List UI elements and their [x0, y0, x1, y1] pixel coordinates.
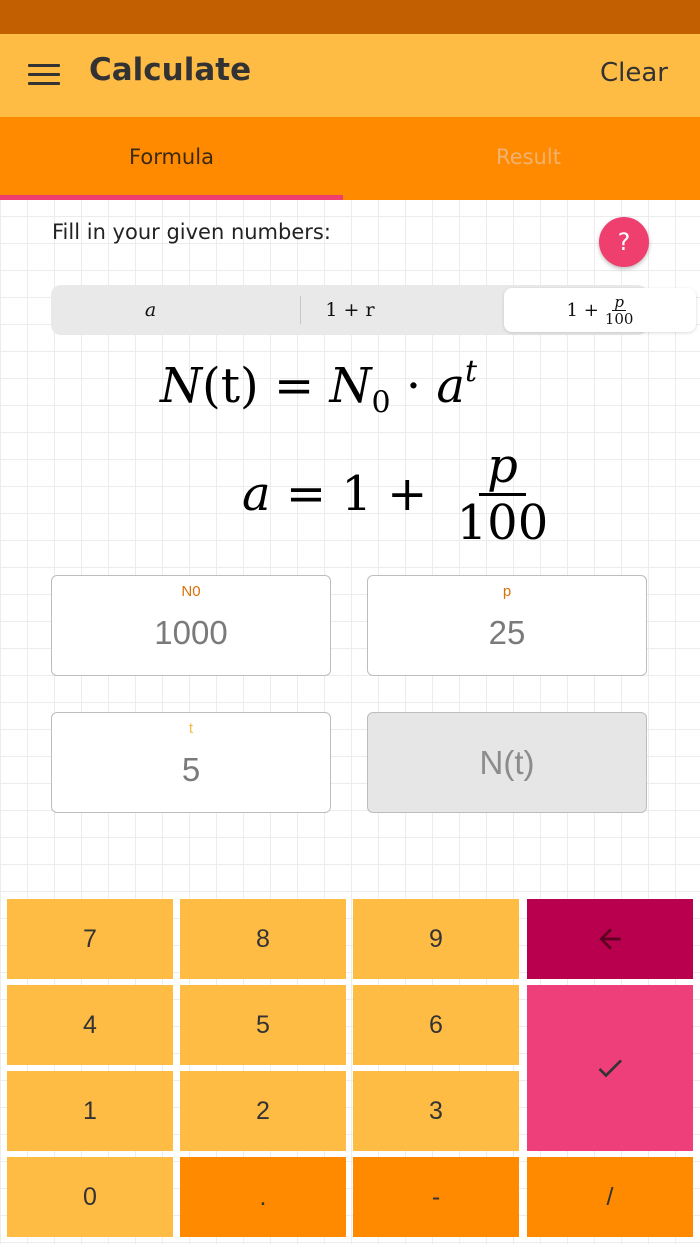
n0-field-value[interactable]: 1000 — [52, 614, 330, 652]
segment-a[interactable]: a — [51, 285, 250, 335]
formula-N0-subscript: 0 — [371, 385, 391, 421]
key-5[interactable]: 5 — [180, 985, 346, 1065]
formula-exponent-t: t — [464, 354, 478, 389]
formula2-denominator: 100 — [456, 494, 549, 551]
status-bar — [0, 0, 700, 34]
growth-formula: N(t) = N0 · at — [160, 354, 477, 421]
t-field[interactable]: t 5 — [51, 712, 331, 813]
backspace-key[interactable] — [527, 899, 693, 979]
key-slash[interactable]: / — [527, 1157, 693, 1237]
key-4[interactable]: 4 — [7, 985, 173, 1065]
clear-button[interactable]: Clear — [600, 58, 668, 88]
segment-one-plus-text: 1 + — [566, 299, 599, 321]
tab-result[interactable]: Result — [357, 117, 700, 200]
p-field-label: p — [502, 583, 512, 600]
p-field-value[interactable]: 25 — [368, 614, 646, 652]
nt-result-field: N(t) — [367, 712, 647, 813]
p-field[interactable]: p 25 — [367, 575, 647, 676]
menu-icon[interactable] — [28, 64, 60, 86]
n0-field[interactable]: N0 1000 — [51, 575, 331, 676]
formula-base-a: a — [436, 358, 465, 414]
formula-segmented-control: a 1 + r 1 + p 100 — [51, 285, 696, 335]
tab-formula[interactable]: Formula — [0, 117, 343, 200]
formula-dot: · — [390, 358, 437, 414]
key-8[interactable]: 8 — [180, 899, 346, 979]
confirm-key[interactable] — [527, 985, 693, 1151]
n0-field-label: N0 — [181, 583, 201, 600]
page-title: Calculate — [89, 52, 252, 88]
formula2-lhs-a: a — [242, 466, 271, 522]
formula-N0-base: N — [329, 358, 372, 414]
key-6[interactable]: 6 — [353, 985, 519, 1065]
formula-lhs-arg: (t) — [202, 358, 259, 414]
formula2-eq-one-plus: = 1 + — [270, 466, 443, 522]
key-0[interactable]: 0 — [7, 1157, 173, 1237]
key-1[interactable]: 1 — [7, 1071, 173, 1151]
segment-fraction-numerator: p — [612, 292, 626, 311]
growth-factor-formula: a = 1 + p 100 — [242, 434, 548, 554]
key-9[interactable]: 9 — [353, 899, 519, 979]
segment-one-plus-p-over-100[interactable]: 1 + p 100 — [504, 288, 696, 332]
instruction-text: Fill in your given numbers: — [52, 220, 331, 244]
formula2-numerator: p — [479, 439, 526, 496]
key-decimal[interactable]: . — [180, 1157, 346, 1237]
t-field-label: t — [188, 720, 194, 737]
key-7[interactable]: 7 — [7, 899, 173, 979]
tab-bar: Formula Result — [0, 117, 700, 200]
segment-fraction-denominator: 100 — [604, 309, 634, 328]
checkmark-icon — [598, 1059, 622, 1078]
key-3[interactable]: 3 — [353, 1071, 519, 1151]
key-2[interactable]: 2 — [180, 1071, 346, 1151]
nt-field-placeholder: N(t) — [479, 744, 535, 781]
formula2-fraction: p 100 — [457, 439, 549, 550]
tab-indicator — [0, 195, 343, 200]
formula-lhs-N: N — [160, 358, 202, 414]
app-bar: Calculate Clear — [0, 34, 700, 117]
segment-fraction: p 100 — [605, 294, 634, 327]
t-field-value[interactable]: 5 — [52, 751, 330, 789]
help-button[interactable]: ? — [599, 217, 649, 267]
formula-equals: = — [258, 358, 330, 414]
backspace-arrow-icon — [599, 928, 621, 950]
key-minus[interactable]: - — [353, 1157, 519, 1237]
segment-one-plus-r[interactable]: 1 + r — [250, 285, 450, 335]
